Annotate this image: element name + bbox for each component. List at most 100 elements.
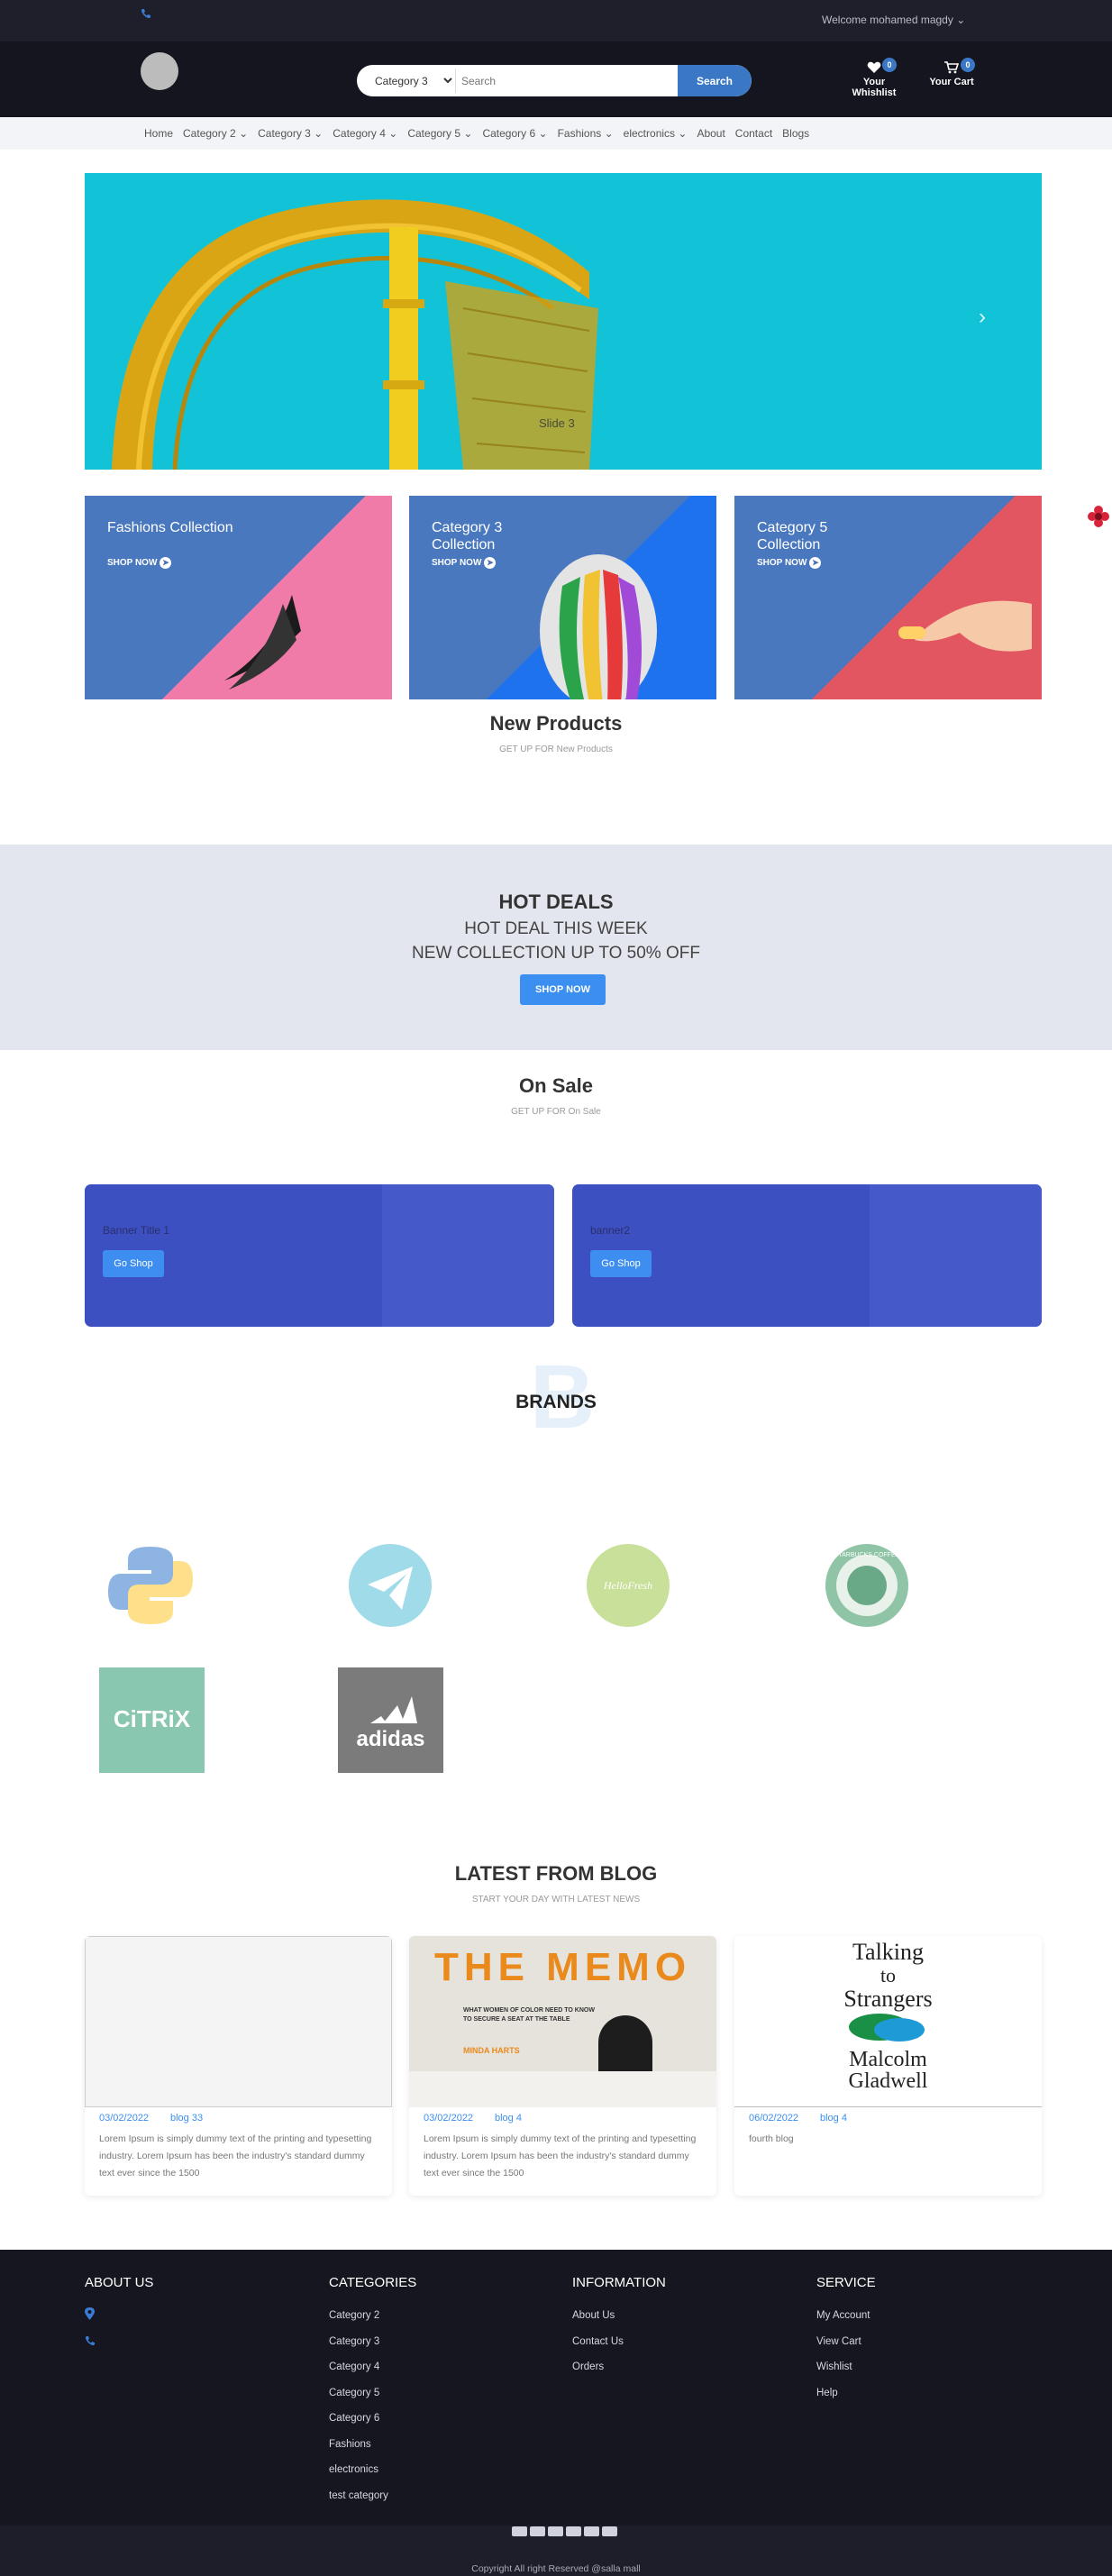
arrow-right-icon: ➤ xyxy=(484,557,497,569)
blog-excerpt: fourth blog xyxy=(749,2133,794,2144)
category-banner-3[interactable]: Category 3 Collection SHOP NOW ➤ xyxy=(409,496,716,699)
flower-icon[interactable] xyxy=(1087,505,1110,528)
footer-link-category-3[interactable]: Category 3 xyxy=(329,2336,379,2347)
nav-item-contact[interactable]: Contact xyxy=(735,127,772,140)
desk xyxy=(409,2071,716,2107)
search-button[interactable]: Search xyxy=(678,65,752,96)
search-bar: Category 3 Search xyxy=(357,65,752,96)
footer-link-orders[interactable]: Orders xyxy=(572,2361,604,2372)
footer-link-about-us[interactable]: About Us xyxy=(572,2310,615,2321)
blog-date: 03/02/2022 xyxy=(99,2113,150,2124)
shop-now-link[interactable]: SHOP NOW ➤ xyxy=(757,557,822,569)
search-input[interactable] xyxy=(461,69,642,93)
memo-book-image[interactable]: THE MEMO WHAT WOMEN OF COLOR NEED TO KNO… xyxy=(409,1936,716,2107)
cart-label: Your Cart xyxy=(929,77,974,87)
book-title: THE MEMO xyxy=(433,1945,692,1989)
shop-label: SHOP NOW xyxy=(107,558,158,568)
blog-excerpt: Lorem Ipsum is simply dummy text of the … xyxy=(424,2133,697,2179)
arrow-right-icon: ➤ xyxy=(160,557,172,569)
footer-link-fashions[interactable]: Fashions xyxy=(329,2439,371,2450)
nav-item-fashions[interactable]: Fashions ⌄ xyxy=(558,127,614,140)
logo[interactable] xyxy=(141,52,178,90)
shop-now-link[interactable]: SHOP NOW ➤ xyxy=(107,557,172,569)
book-title-line1: Talking xyxy=(852,1939,925,1965)
nav-label: Category 3 xyxy=(258,127,311,140)
blog-card[interactable]: 03/02/2022 blog 33 Lorem Ipsum is simply… xyxy=(85,1936,392,2196)
cart-button[interactable]: Your Cart 0 xyxy=(928,58,975,87)
blog-name[interactable]: blog 4 xyxy=(820,2113,847,2124)
amex-icon xyxy=(566,2526,581,2536)
nav-item-category-2[interactable]: Category 2 ⌄ xyxy=(183,127,248,140)
banner-panel xyxy=(870,1184,1042,1327)
paypal-icon xyxy=(584,2526,599,2536)
starbucks-wordmark: STARBUCKS COFFEE xyxy=(834,1552,900,1558)
footer-link-contact-us[interactable]: Contact Us xyxy=(572,2336,624,2347)
nav-item-electronics[interactable]: electronics ⌄ xyxy=(624,127,688,140)
shop-now-link[interactable]: SHOP NOW ➤ xyxy=(432,557,497,569)
on-sale-title: On Sale xyxy=(519,1074,593,1097)
shop-label: SHOP NOW xyxy=(432,558,482,568)
footer-categories-title: CATEGORIES xyxy=(329,2275,417,2290)
footer-link-my-account[interactable]: My Account xyxy=(816,2310,870,2321)
nav-label: electronics xyxy=(623,127,676,140)
starbucks-logo[interactable]: STARBUCKS COFFEE xyxy=(814,1532,920,1639)
promo-banner-2[interactable]: banner2 Go Shop xyxy=(572,1184,1042,1327)
footer-link-electronics[interactable]: electronics xyxy=(329,2464,378,2475)
hot-deals-line1: HOT DEAL THIS WEEK xyxy=(464,919,648,938)
slide-caption: Slide 3 xyxy=(539,416,575,430)
footer-link-category-5[interactable]: Category 5 xyxy=(329,2388,379,2398)
strangers-book-image[interactable]: Talking to Strangers Malcolm Gladwell xyxy=(734,1936,1042,2107)
blog-card[interactable]: Talking to Strangers Malcolm Gladwell 06… xyxy=(734,1936,1042,2196)
footer-link-category-2[interactable]: Category 2 xyxy=(329,2310,379,2321)
category-banner-fashions[interactable]: Fashions Collection SHOP NOW ➤ xyxy=(85,496,392,699)
credit-card-icon xyxy=(530,2526,545,2536)
banner-panel xyxy=(382,1184,554,1327)
footer-link-wishlist[interactable]: Wishlist xyxy=(816,2361,852,2372)
shop-now-button[interactable]: SHOP NOW xyxy=(520,974,606,1005)
category-title: Category 5 Collection xyxy=(757,520,828,553)
visa-icon xyxy=(512,2526,527,2536)
footer-link-help[interactable]: Help xyxy=(816,2388,838,2398)
location-icon[interactable] xyxy=(85,2307,95,2325)
footer-link-test-category[interactable]: test category xyxy=(329,2490,388,2501)
wishlist-button[interactable]: Your Whishlist 0 xyxy=(840,58,908,98)
footer-link-category-6[interactable]: Category 6 xyxy=(329,2413,379,2424)
blog-name[interactable]: blog 4 xyxy=(495,2113,522,2124)
copyright: Copyright All right Reserved @salla mall xyxy=(471,2563,641,2574)
nav-item-blogs[interactable]: Blogs xyxy=(782,127,809,140)
banner-title: Banner Title 1 xyxy=(103,1224,170,1237)
python-logo[interactable] xyxy=(97,1532,204,1639)
category-banner-5[interactable]: Category 5 Collection SHOP NOW ➤ xyxy=(734,496,1042,699)
footer-link-category-4[interactable]: Category 4 xyxy=(329,2361,379,2372)
balloon-image xyxy=(540,554,657,699)
welcome-menu[interactable]: Welcome mohamed magdy ⌄ xyxy=(822,14,965,26)
go-shop-button[interactable]: Go Shop xyxy=(103,1250,164,1277)
blog-image-placeholder[interactable] xyxy=(85,1936,392,2107)
chevron-down-icon: ⌄ xyxy=(604,127,614,140)
mastercard-icon xyxy=(548,2526,563,2536)
nav-item-about[interactable]: About xyxy=(697,127,725,140)
adidas-logo[interactable]: adidas xyxy=(338,1667,443,1773)
phone-icon[interactable] xyxy=(85,2334,96,2351)
footer-link-view-cart[interactable]: View Cart xyxy=(816,2336,861,2347)
chevron-down-icon: ⌄ xyxy=(463,127,473,140)
citrix-logo[interactable]: CiTRiX xyxy=(99,1667,205,1773)
book-subtitle: WHAT WOMEN OF COLOR NEED TO KNOW TO SECU… xyxy=(463,2007,595,2023)
phone-icon[interactable] xyxy=(141,7,151,22)
chevron-right-icon[interactable]: › xyxy=(979,305,986,330)
nav-item-category-6[interactable]: Category 6 ⌄ xyxy=(482,127,547,140)
nav-item-category-5[interactable]: Category 5 ⌄ xyxy=(407,127,472,140)
hellofresh-logo[interactable]: HelloFresh xyxy=(575,1532,681,1639)
nav-item-category-4[interactable]: Category 4 ⌄ xyxy=(333,127,397,140)
nav-item-home[interactable]: Home xyxy=(144,127,173,140)
category-select[interactable]: Category 3 xyxy=(364,69,456,93)
blog-card[interactable]: THE MEMO WHAT WOMEN OF COLOR NEED TO KNO… xyxy=(409,1936,716,2196)
go-shop-button[interactable]: Go Shop xyxy=(590,1250,652,1277)
category-title: Category 3 Collection xyxy=(432,520,503,553)
nav-item-category-3[interactable]: Category 3 ⌄ xyxy=(258,127,323,140)
nav-label: Category 4 xyxy=(333,127,386,140)
blog-name[interactable]: blog 33 xyxy=(170,2113,203,2124)
telegram-logo[interactable] xyxy=(337,1532,443,1639)
payment-methods xyxy=(512,2526,617,2536)
promo-banner-1[interactable]: Banner Title 1 Go Shop xyxy=(85,1184,554,1327)
